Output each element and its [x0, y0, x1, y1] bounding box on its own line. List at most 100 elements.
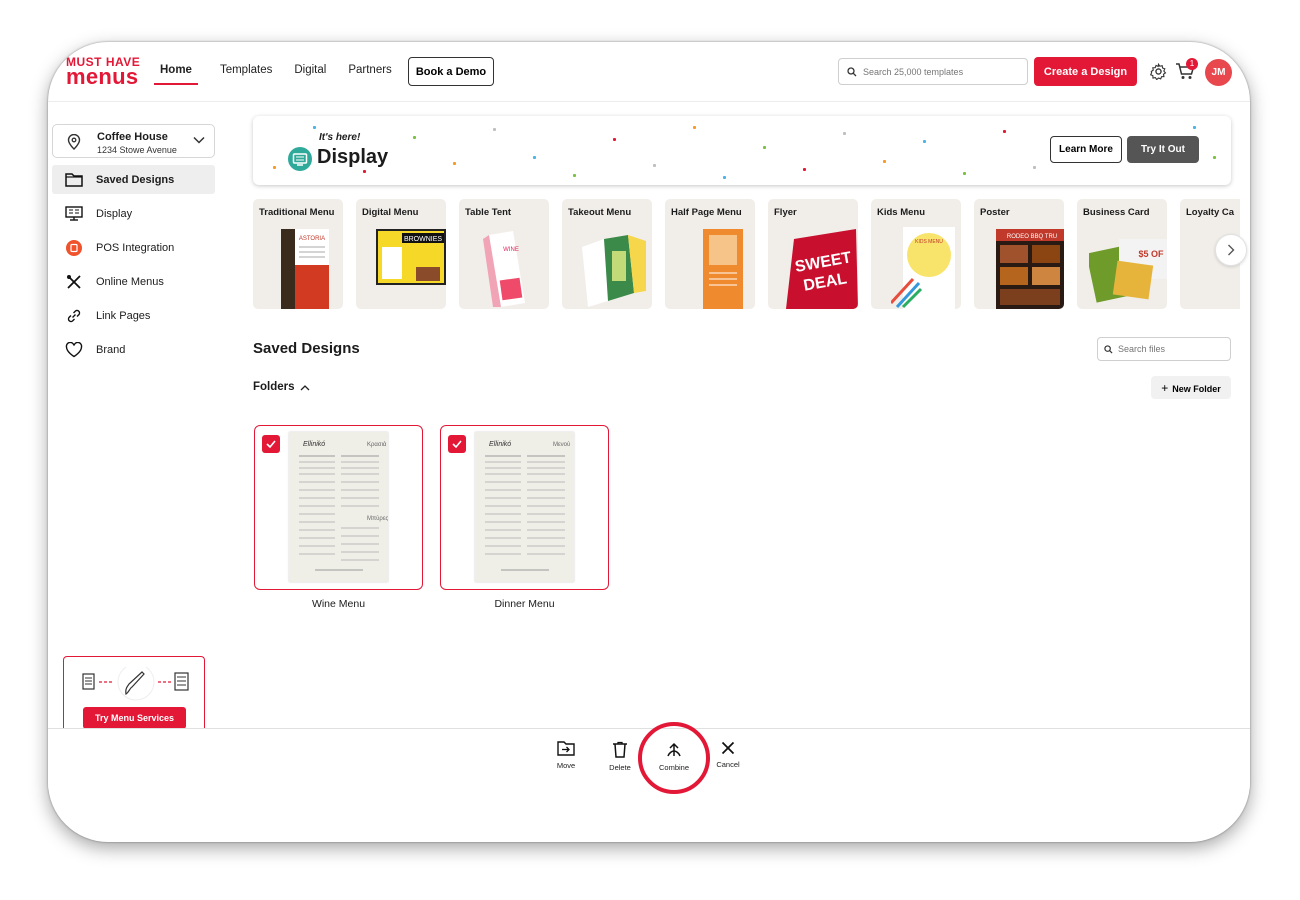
svg-text:Ellinikó: Ellinikó: [303, 441, 325, 448]
heart-icon: [65, 341, 83, 357]
pos-icon: [66, 239, 82, 256]
check-icon: [266, 440, 276, 448]
template-card-kids-menu[interactable]: Kids Menu KIDS MENU: [871, 199, 961, 309]
banner-title: Display: [317, 146, 389, 168]
folder-icon: [65, 172, 83, 187]
search-icon: [847, 66, 857, 76]
try-it-out-button[interactable]: Try It Out: [1127, 136, 1199, 163]
banner-eyebrow: It's here!: [319, 132, 361, 143]
move-folder-icon: [557, 741, 575, 756]
learn-more-button[interactable]: Learn More: [1050, 136, 1122, 163]
search-icon: [1104, 344, 1113, 354]
menu-services-promo: Try Menu Services: [63, 656, 205, 736]
template-card-flyer[interactable]: Flyer SWEET DEAL: [768, 199, 858, 309]
files-search-input[interactable]: [1118, 344, 1218, 354]
sidebar-item-label: Display: [96, 207, 133, 220]
svg-text:ASTORIA: ASTORIA: [299, 236, 325, 242]
svg-text:KIDS MENU: KIDS MENU: [915, 239, 943, 245]
location-selector[interactable]: Coffee House 1234 Stowe Avenue: [52, 124, 215, 158]
avatar[interactable]: JM: [1205, 59, 1232, 86]
svg-text:$5 OF: $5 OF: [1138, 249, 1164, 259]
gear-icon[interactable]: [1150, 63, 1167, 80]
create-design-button[interactable]: Create a Design: [1034, 57, 1137, 86]
sidebar-item-link-pages[interactable]: Link Pages: [52, 301, 215, 330]
template-thumbnail: [582, 235, 646, 307]
svg-text:Ellinikó: Ellinikó: [489, 441, 511, 448]
check-icon: [452, 440, 462, 448]
cancel-button[interactable]: Cancel: [710, 741, 746, 769]
selected-checkbox[interactable]: [262, 435, 280, 453]
display-icon: [288, 147, 312, 171]
sidebar-item-saved-designs[interactable]: Saved Designs: [52, 165, 215, 194]
nav-home[interactable]: Home: [154, 64, 198, 85]
template-thumbnail: SWEETDEAL: [786, 229, 858, 309]
template-search[interactable]: [838, 58, 1028, 85]
chevron-right-icon: [1228, 244, 1235, 256]
close-icon: [721, 741, 735, 755]
template-thumbnail: [703, 229, 743, 309]
sidebar-item-label: Link Pages: [96, 309, 151, 322]
sidebar-item-label: POS Integration: [96, 241, 175, 254]
template-thumbnail: ASTORIA: [281, 229, 329, 309]
nav-partners[interactable]: Partners: [348, 64, 391, 85]
book-demo-button[interactable]: Book a Demo: [408, 57, 494, 86]
sidebar-item-label: Online Menus: [96, 275, 164, 288]
try-menu-services-button[interactable]: Try Menu Services: [83, 707, 186, 729]
design-name-dinner-menu[interactable]: Dinner Menu: [440, 598, 609, 610]
design-name-wine-menu[interactable]: Wine Menu: [254, 598, 423, 610]
selected-checkbox[interactable]: [448, 435, 466, 453]
design-card-wine-menu[interactable]: Ellinikó Κρασιά Μπύρες: [254, 425, 423, 590]
template-card-table-tent[interactable]: Table Tent WINE: [459, 199, 549, 309]
template-thumbnail: RODEO BBQ TRU: [996, 229, 1064, 309]
page-title: Saved Designs: [253, 340, 360, 357]
svg-text:Μπύρες: Μπύρες: [367, 516, 388, 522]
display-banner: It's here! Display Learn More Try It Out: [253, 116, 1231, 185]
app-window: MUST HAVE menus Home Templates Digital P…: [48, 42, 1250, 842]
main-nav: Home Templates Digital Partners: [154, 64, 414, 85]
template-card-business-card[interactable]: Business Card $5 OF: [1077, 199, 1167, 309]
design-card-dinner-menu[interactable]: Ellinikó Μενού: [440, 425, 609, 590]
template-card-traditional-menu[interactable]: Traditional Menu ASTORIA: [253, 199, 343, 309]
carousel-next-button[interactable]: [1215, 234, 1247, 266]
template-search-input[interactable]: [863, 66, 1023, 77]
template-card-half-page-menu[interactable]: Half Page Menu: [665, 199, 755, 309]
design-thumbnail: Ellinikó Μενού: [475, 432, 574, 582]
location-name: Coffee House: [97, 131, 168, 143]
trash-icon: [613, 741, 627, 758]
location-pin-icon: [67, 134, 81, 150]
svg-text:WINE: WINE: [503, 247, 519, 253]
move-button[interactable]: Move: [548, 741, 584, 770]
location-address: 1234 Stowe Avenue: [97, 145, 177, 155]
template-card-digital-menu[interactable]: Digital Menu BROWNIES: [356, 199, 446, 309]
new-folder-button[interactable]: + New Folder: [1151, 376, 1231, 399]
sidebar-item-label: Saved Designs: [96, 173, 175, 186]
sidebar-item-pos-integration[interactable]: POS Integration: [52, 233, 215, 262]
utensils-icon: [67, 274, 81, 289]
files-search[interactable]: [1097, 337, 1231, 361]
svg-text:BROWNIES: BROWNIES: [404, 236, 442, 243]
template-thumbnail: WINE: [483, 231, 525, 307]
sidebar-item-label: Brand: [96, 343, 126, 356]
highlight-circle: [638, 722, 710, 794]
template-card-poster[interactable]: Poster RODEO BBQ TRU: [974, 199, 1064, 309]
template-card-takeout-menu[interactable]: Takeout Menu: [562, 199, 652, 309]
svg-text:Κρασιά: Κρασιά: [367, 441, 387, 448]
design-thumbnail: Ellinikó Κρασιά Μπύρες: [289, 432, 388, 582]
monitor-icon: [65, 206, 83, 221]
cart-count-badge: 1: [1186, 58, 1198, 70]
template-thumbnail: $5 OF: [1089, 239, 1167, 303]
sidebar-item-online-menus[interactable]: Online Menus: [52, 267, 215, 296]
chevron-down-icon: [193, 136, 205, 144]
nav-templates[interactable]: Templates: [220, 64, 272, 85]
sidebar-item-brand[interactable]: Brand: [52, 335, 215, 364]
svg-text:Μενού: Μενού: [553, 442, 570, 448]
top-header: MUST HAVE menus Home Templates Digital P…: [48, 42, 1250, 102]
delete-button[interactable]: Delete: [602, 741, 638, 772]
link-icon: [67, 309, 81, 322]
folders-toggle[interactable]: Folders: [253, 381, 310, 393]
sidebar-item-display[interactable]: Display: [52, 199, 215, 228]
plus-icon: +: [1161, 380, 1169, 395]
logo[interactable]: MUST HAVE menus: [66, 56, 140, 88]
template-thumbnail: KIDS MENU: [891, 227, 955, 309]
nav-digital[interactable]: Digital: [294, 64, 326, 85]
